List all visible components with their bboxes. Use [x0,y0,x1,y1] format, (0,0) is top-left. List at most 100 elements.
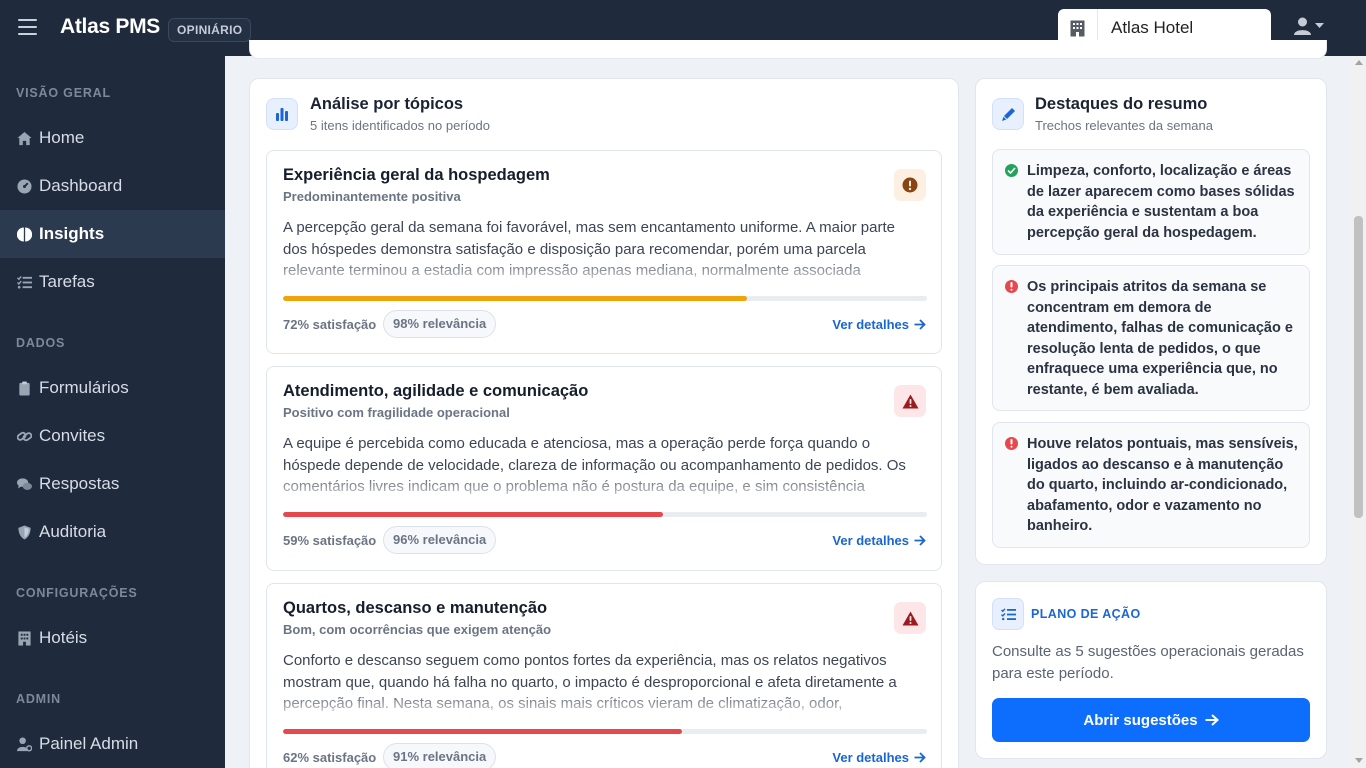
arrow-right-icon [1205,714,1219,726]
sidebar-item-label: Hotéis [39,628,88,647]
sidebar-item-tasks[interactable]: Tarefas [0,258,225,306]
highlights-panel: Destaques do resumo Trechos relevantes d… [975,78,1327,565]
view-details-link[interactable]: Ver detalhes [832,750,926,765]
topic-card: Experiência geral da hospedagem Predomin… [266,150,942,354]
highlight-item: Houve relatos pontuais, mas sensíveis, l… [992,422,1310,548]
sidebar-item-audit[interactable]: Auditoria [0,508,225,556]
action-plan-title: PLANO DE AÇÃO [1031,607,1141,621]
satisfaction-bar [283,729,927,734]
user-menu[interactable] [1294,17,1324,35]
comments-icon [16,476,32,492]
topic-text: Conforto e descanso seguem como pontos f… [283,652,897,712]
relevance-pill: 98% relevância [383,310,497,338]
arrow-right-icon [914,752,926,763]
topic-subtitle: Predominantemente positiva [283,189,461,204]
pen-icon [992,98,1024,130]
sidebar-item-label: Convites [39,426,106,445]
scroll-up-icon[interactable] [1355,60,1363,65]
view-details-label: Ver detalhes [832,750,909,765]
action-plan-text: Consulte as 5 sugestões operacionais ger… [992,643,1304,682]
user-icon [1294,17,1311,35]
sidebar: VISÃO GERAL Home Dashboard Insights Tare… [0,56,225,768]
sidebar-item-label: Insights [39,224,105,243]
highlight-item: Limpeza, conforto, localização e áreas d… [992,149,1310,255]
arrow-right-icon [914,535,926,546]
highlights-subtitle: Trechos relevantes da semana [1035,118,1214,133]
hotel-name: Atlas Hotel [1111,18,1194,37]
scroll-down-icon[interactable] [1355,758,1363,763]
highlight-text: Os principais atritos da semana se conce… [1027,279,1293,398]
highlight-item: Os principais atritos da semana se conce… [992,265,1310,411]
section-title-data: DADOS [16,336,66,350]
topic-card: Atendimento, agilidade e comunicação Pos… [266,366,942,571]
open-suggestions-label: Abrir sugestões [1083,711,1198,729]
brand-badge: OPINIÁRIO [168,18,252,42]
satisfaction-bar-fill [283,729,683,734]
satisfaction-label: 59% satisfação [283,533,377,548]
sidebar-item-home[interactable]: Home [0,114,225,162]
topic-title: Experiência geral da hospedagem [283,166,550,184]
warning-triangle-icon [894,602,926,634]
view-details-link[interactable]: Ver detalhes [832,533,926,548]
relevance-pill: 91% relevância [383,743,497,768]
satisfaction-bar-fill [283,512,663,517]
link-icon [16,428,32,444]
satisfaction-bar-fill [283,296,747,301]
menu-toggle-icon[interactable] [18,19,37,37]
exclamation-circle-icon [1005,280,1018,293]
warning-triangle-icon [894,385,926,417]
action-plan-panel: PLANO DE AÇÃO Consulte as 5 sugestões op… [975,581,1327,759]
user-cog-icon [16,736,32,752]
list-check-icon [992,598,1024,630]
sidebar-item-label: Respostas [39,474,120,493]
sidebar-item-label: Tarefas [39,272,95,291]
arrow-right-icon [914,319,926,330]
view-details-link[interactable]: Ver detalhes [832,317,926,332]
topic-text: A percepção geral da semana foi favoráve… [283,219,895,279]
sidebar-item-label: Auditoria [39,522,107,541]
bar-chart-icon [266,98,298,130]
sidebar-item-dashboard[interactable]: Dashboard [0,162,225,210]
view-details-label: Ver detalhes [832,317,909,332]
sidebar-item-forms[interactable]: Formulários [0,364,225,412]
insights-icon [16,226,32,242]
exclamation-circle-icon [894,169,926,201]
satisfaction-bar [283,512,927,517]
sidebar-item-label: Painel Admin [39,734,139,753]
open-suggestions-button[interactable]: Abrir sugestões [992,698,1310,742]
scrollbar-thumb[interactable] [1354,216,1363,518]
home-icon [16,130,32,146]
sidebar-item-responses[interactable]: Respostas [0,460,225,508]
sidebar-item-invites[interactable]: Convites [0,412,225,460]
satisfaction-bar [283,296,927,301]
sidebar-item-label: Dashboard [39,176,123,195]
section-title-admin: ADMIN [16,692,61,706]
satisfaction-label: 62% satisfação [283,750,377,765]
view-details-label: Ver detalhes [832,533,909,548]
shield-icon [16,524,32,540]
topics-title: Análise por tópicos [310,95,464,113]
tasks-icon [16,274,32,290]
sidebar-item-label: Formulários [39,378,129,397]
highlight-text: Limpeza, conforto, localização e áreas d… [1027,163,1295,241]
exclamation-circle-icon [1005,437,1018,450]
sidebar-item-insights[interactable]: Insights [0,210,225,258]
highlight-text: Houve relatos pontuais, mas sensíveis, l… [1027,436,1298,534]
section-title-config: CONFIGURAÇÕES [16,586,138,600]
topics-panel: Análise por tópicos 5 itens identificado… [249,78,959,768]
satisfaction-label: 72% satisfação [283,317,377,332]
topic-text: A equipe é percebida como educada e aten… [283,435,906,495]
topics-subtitle: 5 itens identificados no período [310,118,490,133]
highlights-title: Destaques do resumo [1035,95,1208,113]
clipboard-icon [16,380,32,396]
app-brand[interactable]: Atlas PMS [60,15,160,39]
sidebar-item-hotels[interactable]: Hotéis [0,614,225,662]
topic-card: Quartos, descanso e manutenção Bom, com … [266,583,942,768]
section-title-overview: VISÃO GERAL [16,86,111,100]
relevance-pill: 96% relevância [383,526,497,554]
caret-down-icon [1315,23,1324,28]
building-icon [16,630,32,646]
topic-subtitle: Positivo com fragilidade operacional [283,405,510,420]
check-circle-icon [1005,164,1018,177]
sidebar-item-admin-panel[interactable]: Painel Admin [0,720,225,768]
